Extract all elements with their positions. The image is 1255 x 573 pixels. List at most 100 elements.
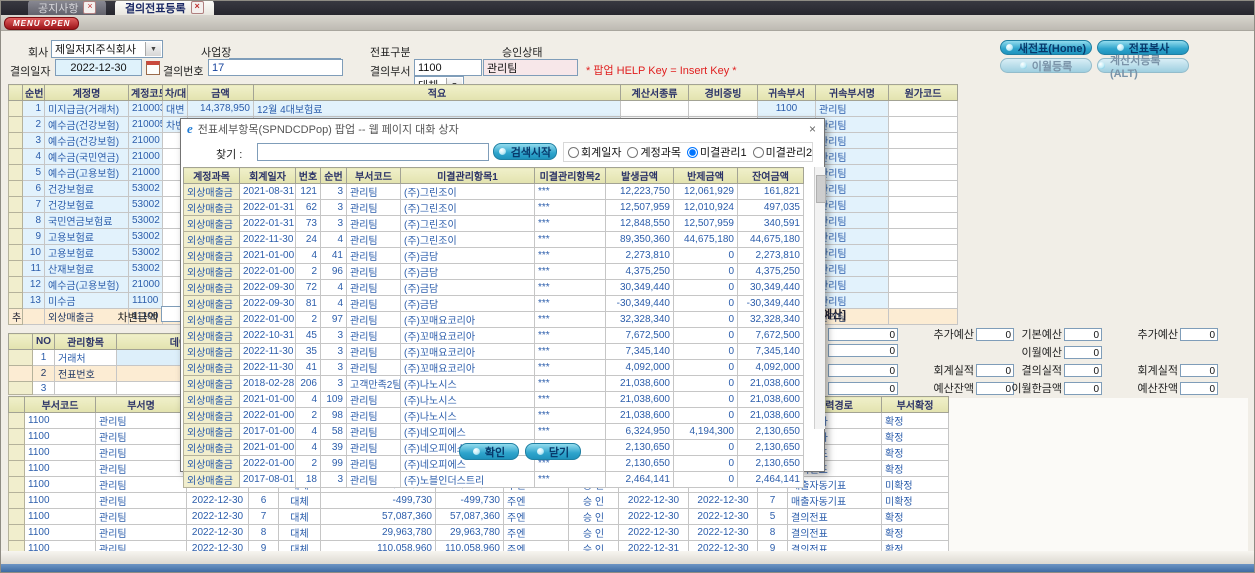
popup-radio-option[interactable]: 계정과목 bbox=[627, 144, 681, 160]
grid-cell[interactable]: 12,507,959 bbox=[673, 215, 738, 232]
grid-cell[interactable]: 6 bbox=[22, 180, 45, 197]
grid-cell[interactable]: (주)금담 bbox=[400, 295, 535, 312]
grid-cell[interactable]: (주)그린조이 bbox=[400, 199, 535, 216]
grid-cell[interactable]: 관리팀 bbox=[346, 231, 401, 248]
grid-cell[interactable]: 고용보험료 bbox=[44, 244, 129, 261]
grid-cell[interactable] bbox=[8, 492, 25, 509]
grid-cell[interactable]: 1100 bbox=[24, 492, 96, 509]
grid-cell[interactable]: 9 bbox=[757, 540, 788, 551]
grid-cell[interactable]: 21000 bbox=[128, 132, 163, 149]
grid-cell[interactable]: 매출자동기표 bbox=[787, 492, 882, 509]
grid-cell[interactable]: 5 bbox=[22, 164, 45, 181]
grid-cell[interactable]: 98 bbox=[320, 407, 347, 424]
grid-cell[interactable]: 8 bbox=[248, 524, 279, 541]
grid-cell[interactable]: 99 bbox=[320, 455, 347, 472]
grid-cell[interactable]: 0 bbox=[673, 375, 738, 392]
grid-cell[interactable]: 미확정 bbox=[881, 476, 949, 493]
chevron-down-icon[interactable]: ▼ bbox=[145, 42, 161, 56]
slip-no-input[interactable]: 17 bbox=[208, 59, 343, 76]
grid-cell[interactable]: 4 bbox=[295, 423, 321, 440]
grid-cell[interactable] bbox=[8, 508, 25, 525]
date-input[interactable]: 2022-12-30 bbox=[55, 59, 142, 76]
grid-cell[interactable] bbox=[8, 349, 33, 366]
grid-cell[interactable]: (주)꼬매요코리아 bbox=[400, 327, 535, 344]
grid-cell[interactable] bbox=[8, 100, 23, 117]
grid-cell[interactable]: 4,092,000 bbox=[737, 359, 804, 376]
grid-cell[interactable]: 53002 bbox=[128, 196, 163, 213]
grid-cell[interactable]: 관리팀 bbox=[815, 100, 889, 117]
grid-cell[interactable]: 2 bbox=[295, 311, 321, 328]
tab-notice[interactable]: 공지사항 × bbox=[28, 0, 107, 15]
grid-cell[interactable]: 12,010,924 bbox=[673, 199, 738, 216]
grid-cell[interactable]: 12 bbox=[22, 276, 45, 293]
column-header[interactable]: 귀속부서 bbox=[757, 84, 816, 101]
grid-cell[interactable]: *** bbox=[534, 375, 606, 392]
grid-cell[interactable] bbox=[8, 276, 23, 293]
grid-cell[interactable]: 고객만족2팀(J2 bbox=[346, 375, 401, 392]
grid-cell[interactable]: 관리팀 bbox=[815, 148, 889, 165]
grid-cell[interactable]: 관리팀 bbox=[95, 428, 187, 445]
grid-cell[interactable] bbox=[8, 228, 23, 245]
grid-cell[interactable]: 2022-12-30 bbox=[186, 524, 249, 541]
grid-cell[interactable] bbox=[620, 100, 689, 117]
grid-cell[interactable]: 대변 bbox=[162, 100, 188, 117]
grid-cell[interactable]: *** bbox=[534, 359, 606, 376]
grid-cell[interactable]: -499,730 bbox=[435, 492, 504, 509]
grid-cell[interactable]: 관리팀 bbox=[815, 228, 889, 245]
grid-cell[interactable]: 497,035 bbox=[737, 199, 804, 216]
grid-cell[interactable]: 주엔 bbox=[503, 508, 569, 525]
grid-cell[interactable]: 결의전표 bbox=[787, 524, 882, 541]
grid-cell[interactable]: 72 bbox=[295, 279, 321, 296]
grid-cell[interactable]: 2 bbox=[32, 365, 55, 382]
grid-cell[interactable]: 24 bbox=[295, 231, 321, 248]
grid-cell[interactable]: *** bbox=[534, 343, 606, 360]
grid-cell[interactable]: 2,130,650 bbox=[737, 455, 804, 472]
grid-cell[interactable]: 62 bbox=[295, 199, 321, 216]
grid-cell[interactable]: 2022-01-00 bbox=[239, 455, 296, 472]
grid-cell[interactable]: 외상매출금 bbox=[183, 247, 240, 264]
grid-cell[interactable]: 2022-09-30 bbox=[239, 279, 296, 296]
grid-cell[interactable]: *** bbox=[534, 471, 606, 488]
column-header[interactable]: 부서명 bbox=[95, 396, 187, 413]
grid-cell[interactable]: (주)금담 bbox=[400, 247, 535, 264]
grid-cell[interactable]: 확정 bbox=[881, 524, 949, 541]
grid-cell[interactable]: 대체 bbox=[278, 492, 321, 509]
popup-search-button[interactable]: 검색시작 bbox=[493, 143, 557, 160]
grid-cell[interactable]: 96 bbox=[320, 263, 347, 280]
grid-cell[interactable]: 관리팀 bbox=[95, 460, 187, 477]
grid-cell[interactable] bbox=[8, 476, 25, 493]
grid-cell[interactable]: 2,130,650 bbox=[737, 423, 804, 440]
grid-cell[interactable]: 승 인 bbox=[568, 492, 619, 509]
grid-cell[interactable]: 4 bbox=[320, 295, 347, 312]
column-header[interactable]: 회계일자 bbox=[239, 167, 296, 184]
grid-cell[interactable]: *** bbox=[534, 311, 606, 328]
grid-cell[interactable]: 97 bbox=[320, 311, 347, 328]
grid-cell[interactable]: 21000 bbox=[128, 164, 163, 181]
tab-close-icon[interactable]: × bbox=[190, 1, 204, 14]
grid-cell[interactable]: 관리팀 bbox=[346, 439, 401, 456]
grid-cell[interactable]: 주엔 bbox=[503, 524, 569, 541]
column-header[interactable]: 계정명 bbox=[44, 84, 129, 101]
grid-cell[interactable]: 예수금(건강보험) bbox=[44, 116, 129, 133]
grid-cell[interactable]: 7 bbox=[757, 492, 788, 509]
grid-cell[interactable]: 건강보험료 bbox=[44, 180, 129, 197]
grid-cell[interactable]: 2022-12-30 bbox=[688, 508, 758, 525]
grid-cell[interactable]: 확정 bbox=[881, 460, 949, 477]
grid-cell[interactable]: 관리팀 bbox=[346, 423, 401, 440]
column-header[interactable]: 부서확정 bbox=[881, 396, 949, 413]
toolbar-button[interactable]: 새전표(Home) bbox=[1000, 40, 1092, 55]
grid-cell[interactable]: 3 bbox=[320, 183, 347, 200]
column-header[interactable]: 계정코드 bbox=[128, 84, 163, 101]
grid-cell[interactable]: 주엔 bbox=[503, 540, 569, 551]
grid-cell[interactable]: *** bbox=[534, 407, 606, 424]
column-header[interactable]: 순번 bbox=[22, 84, 45, 101]
grid-cell[interactable]: 57,087,360 bbox=[435, 508, 504, 525]
grid-cell[interactable]: 승 인 bbox=[568, 524, 619, 541]
popup-search-input[interactable] bbox=[257, 143, 489, 161]
grid-cell[interactable] bbox=[8, 164, 23, 181]
grid-cell[interactable]: 21000 bbox=[128, 276, 163, 293]
grid-cell[interactable] bbox=[8, 428, 25, 445]
grid-cell[interactable]: 미수금 bbox=[44, 292, 129, 309]
grid-cell[interactable]: 21,038,600 bbox=[737, 391, 804, 408]
column-header[interactable]: 발생금액 bbox=[605, 167, 674, 184]
